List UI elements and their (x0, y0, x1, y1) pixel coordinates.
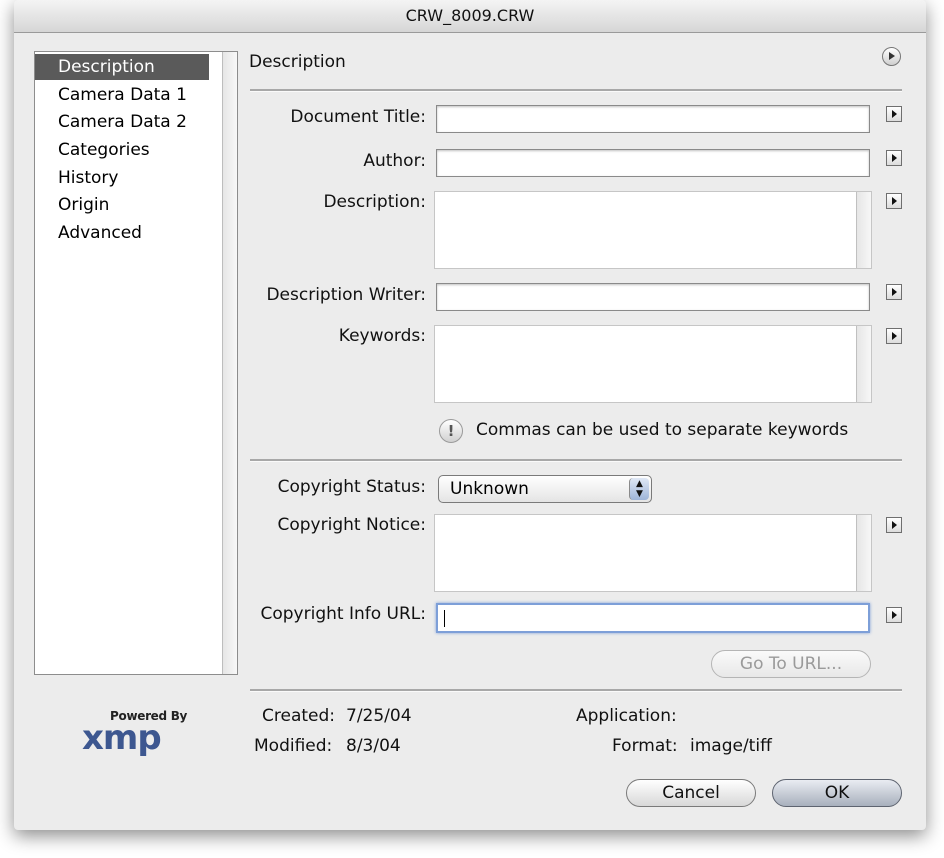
go-to-url-button[interactable]: Go To URL... (711, 650, 871, 678)
copyright-url-label: Copyright Info URL: (260, 604, 426, 624)
description-scrollbar[interactable] (856, 192, 871, 268)
divider (250, 689, 902, 692)
cancel-button[interactable]: Cancel (626, 779, 756, 807)
sidebar-item-advanced[interactable]: Advanced (35, 220, 209, 246)
copyright-notice-menu-icon[interactable] (886, 517, 902, 533)
format-value: image/tiff (690, 736, 772, 756)
description-label: Description: (323, 192, 426, 212)
application-label: Application: (576, 706, 677, 726)
author-label: Author: (363, 151, 426, 171)
keywords-scrollbar[interactable] (856, 326, 871, 402)
window-title: CRW_8009.CRW (14, 0, 926, 33)
description-menu-icon[interactable] (886, 193, 902, 209)
document-title-field[interactable] (436, 105, 870, 133)
copyright-notice-textarea[interactable] (434, 514, 872, 592)
document-title-label: Document Title: (290, 107, 426, 127)
file-info-dialog: CRW_8009.CRW Description Camera Data 1 C… (14, 0, 926, 830)
copyright-url-field[interactable] (436, 603, 870, 633)
panel-menu-button[interactable] (882, 47, 901, 66)
description-writer-menu-icon[interactable] (886, 284, 902, 300)
keywords-textarea[interactable] (434, 325, 872, 403)
sidebar-item-camera-data-2[interactable]: Camera Data 2 (35, 109, 209, 135)
author-field[interactable] (436, 149, 870, 177)
copyright-notice-label: Copyright Notice: (277, 515, 426, 535)
text-caret (444, 610, 445, 627)
author-menu-icon[interactable] (886, 150, 902, 166)
document-title-menu-icon[interactable] (886, 106, 902, 122)
panel-title: Description (249, 52, 346, 72)
description-textarea[interactable] (434, 191, 872, 269)
modified-value: 8/3/04 (346, 736, 401, 756)
divider (250, 89, 902, 92)
updown-arrows-icon: ▲ ▼ (629, 478, 649, 500)
copyright-notice-scrollbar[interactable] (856, 515, 871, 591)
sidebar-item-camera-data-1[interactable]: Camera Data 1 (35, 82, 209, 108)
sidebar-item-origin[interactable]: Origin (35, 192, 209, 218)
xmp-logo: xmp (82, 718, 162, 758)
sidebar-item-description[interactable]: Description (35, 54, 209, 80)
sidebar-scrollbar[interactable] (222, 52, 237, 674)
copyright-status-label: Copyright Status: (277, 477, 426, 497)
format-label: Format: (612, 736, 678, 756)
copyright-url-menu-icon[interactable] (886, 607, 902, 623)
divider (250, 459, 902, 462)
category-list[interactable]: Description Camera Data 1 Camera Data 2 … (34, 51, 238, 675)
copyright-status-select[interactable]: Unknown ▲ ▼ (438, 475, 652, 503)
keywords-hint: Commas can be used to separate keywords (476, 420, 849, 440)
created-value: 7/25/04 (346, 706, 412, 726)
keywords-menu-icon[interactable] (886, 328, 902, 344)
keywords-label: Keywords: (338, 326, 426, 346)
copyright-status-value: Unknown (450, 479, 529, 499)
created-label: Created: (262, 706, 336, 726)
description-writer-field[interactable] (436, 283, 870, 311)
description-writer-label: Description Writer: (266, 285, 426, 305)
sidebar-item-history[interactable]: History (35, 165, 209, 191)
sidebar-item-categories[interactable]: Categories (35, 137, 209, 163)
modified-label: Modified: (254, 736, 333, 756)
info-icon: ! (439, 419, 463, 443)
ok-button[interactable]: OK (772, 779, 902, 807)
